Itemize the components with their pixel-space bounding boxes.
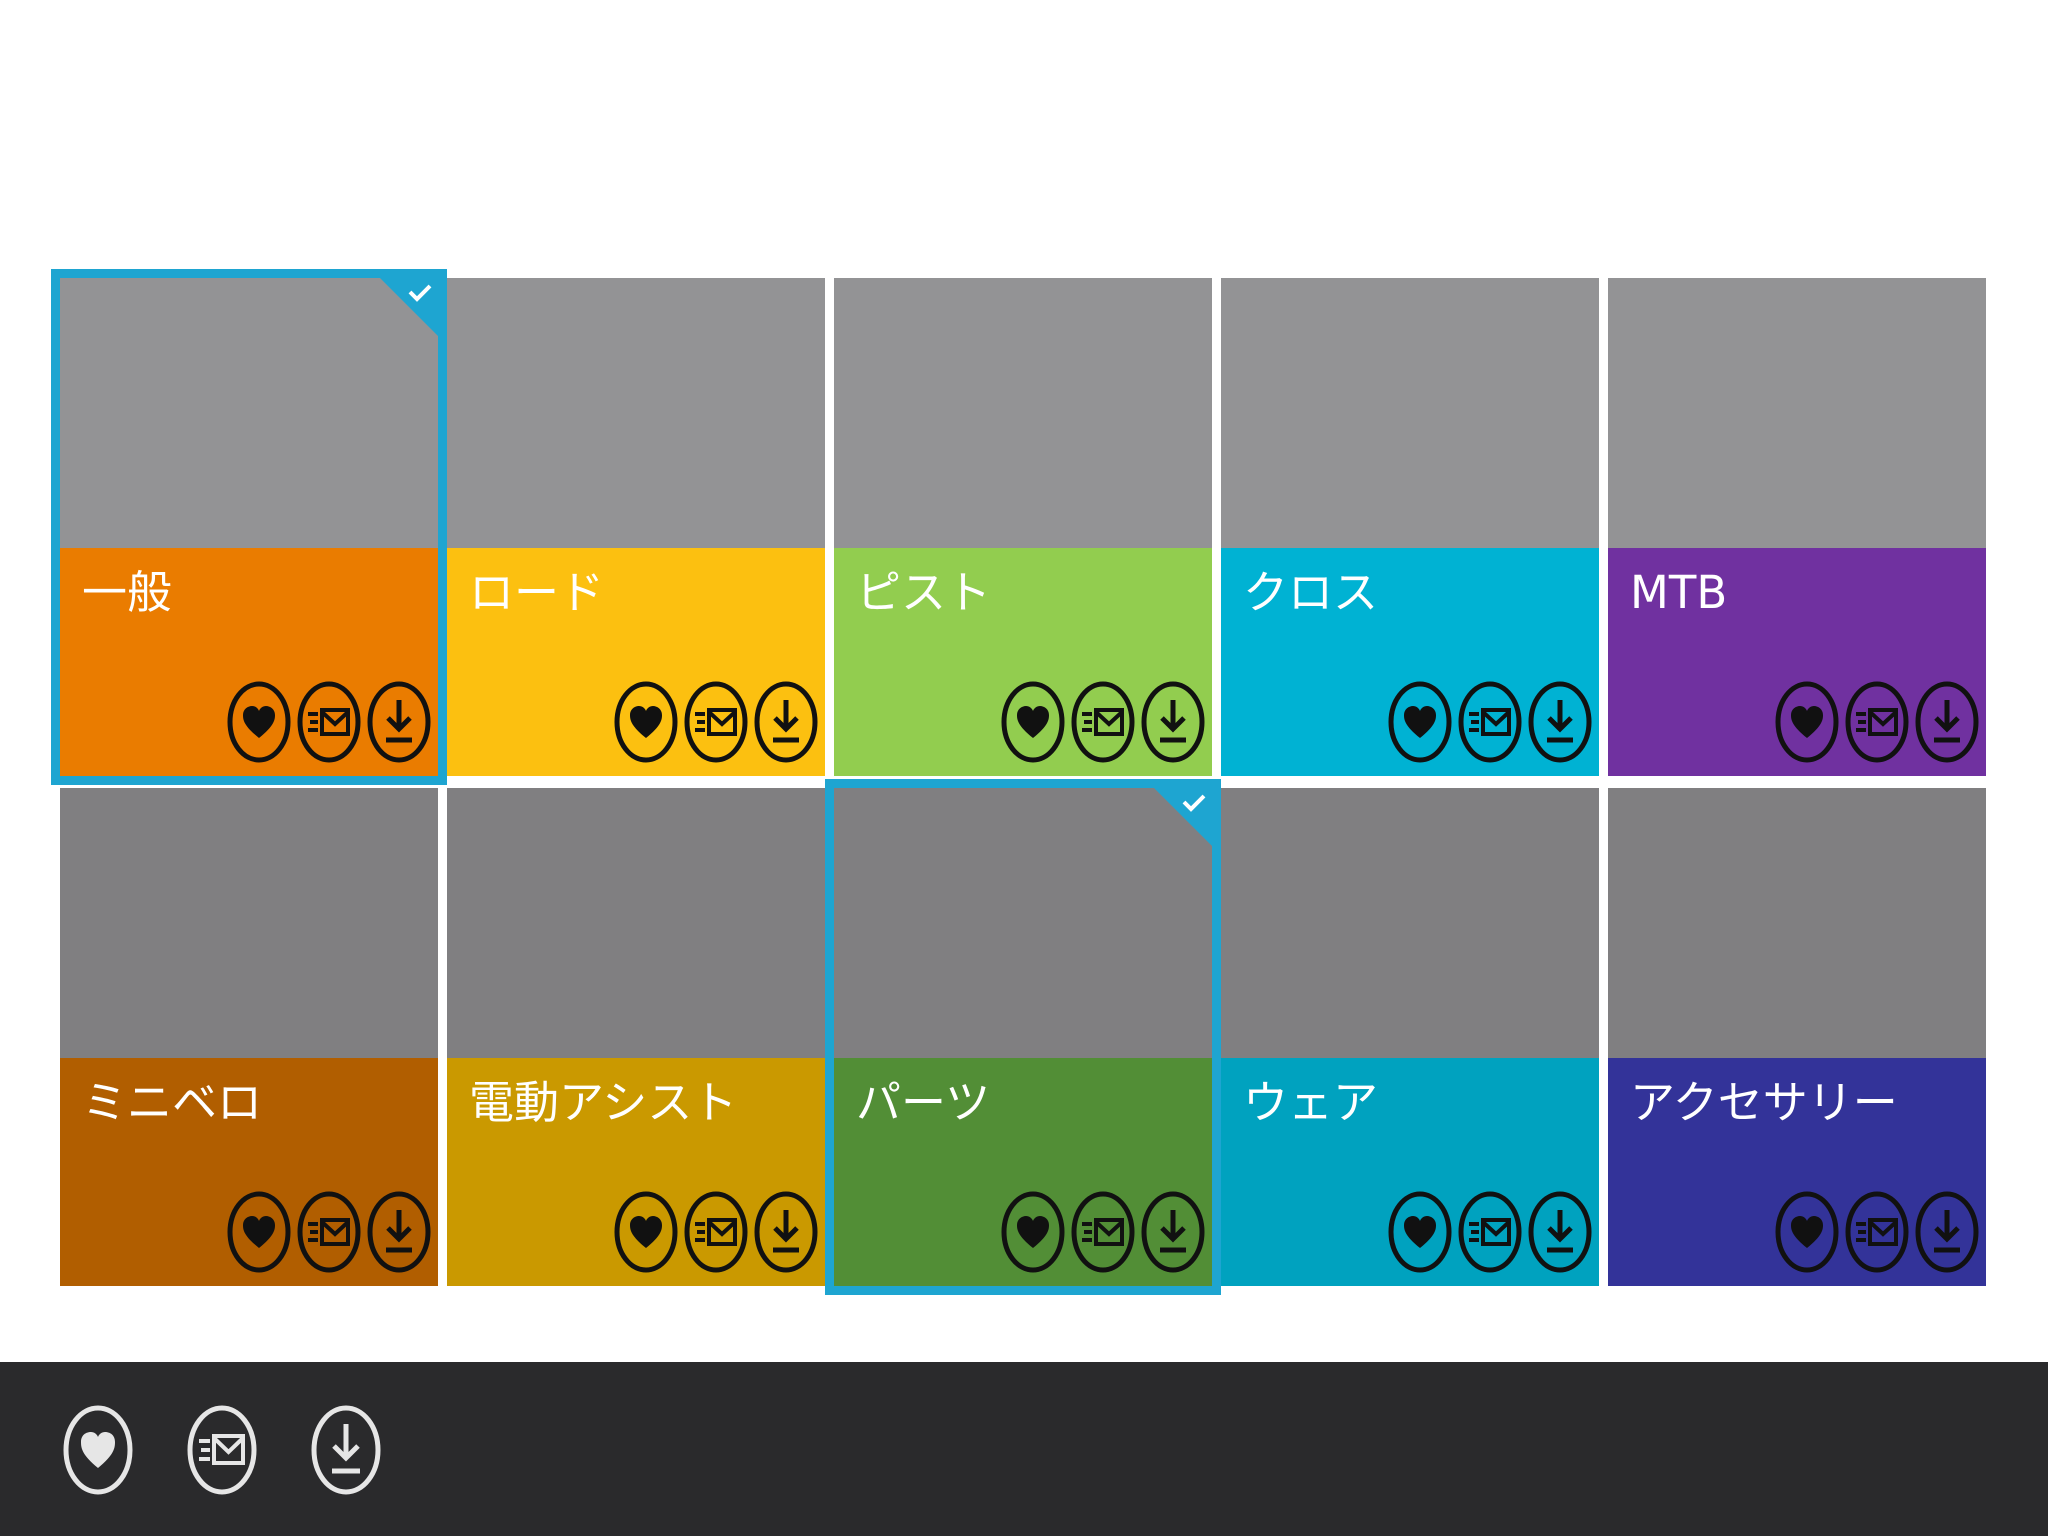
download-icon[interactable] — [1914, 1190, 1980, 1274]
download-button[interactable] — [310, 1402, 382, 1498]
heart-icon[interactable] — [1774, 680, 1840, 764]
tile-image-placeholder — [1608, 788, 1986, 1058]
tile-minivelo[interactable]: ミニベロ — [60, 788, 438, 1286]
heart-icon[interactable] — [226, 680, 292, 764]
tile-image-placeholder — [60, 788, 438, 1058]
tile-action-icons — [226, 1190, 432, 1274]
tile-action-icons — [1774, 1190, 1980, 1274]
mail-list-icon[interactable] — [1457, 1190, 1523, 1274]
tile-ippan[interactable]: 一般 — [51, 269, 447, 785]
mail-list-icon[interactable] — [1844, 680, 1910, 764]
tile-action-icons — [1387, 680, 1593, 764]
tile-road[interactable]: ロード — [447, 278, 825, 776]
mail-list-icon[interactable] — [1070, 1190, 1136, 1274]
download-icon[interactable] — [366, 1190, 432, 1274]
mail-list-icon[interactable] — [296, 680, 362, 764]
tile-action-icons — [1000, 680, 1206, 764]
mail-list-icon[interactable] — [1844, 1190, 1910, 1274]
tile-label: ウェア — [1243, 1076, 1379, 1129]
tile-image-placeholder — [1608, 278, 1986, 548]
mail-list-icon[interactable] — [683, 680, 749, 764]
tile-label: パーツ — [856, 1076, 991, 1129]
tile-parts[interactable]: パーツ — [825, 779, 1221, 1295]
tile-image-placeholder — [1221, 788, 1599, 1058]
heart-icon[interactable] — [226, 1190, 292, 1274]
tile-image-placeholder — [834, 278, 1212, 548]
tile-label: アクセサリー — [1630, 1076, 1898, 1129]
download-icon — [311, 1405, 381, 1495]
app-bar — [0, 1362, 2048, 1536]
heart-icon[interactable] — [1387, 1190, 1453, 1274]
mail-list-button[interactable] — [186, 1402, 258, 1498]
tile-label: ピスト — [856, 566, 992, 619]
mail-list-icon[interactable] — [683, 1190, 749, 1274]
tile-label: MTB — [1630, 566, 1728, 619]
heart-icon[interactable] — [1774, 1190, 1840, 1274]
favorite-button[interactable] — [62, 1402, 134, 1498]
start-screen: 一般 ロード ピスト クロス MTB ミニベロ 電動アシスト パーツ ウェア ア… — [0, 0, 2048, 1536]
tile-cross[interactable]: クロス — [1221, 278, 1599, 776]
download-icon[interactable] — [1914, 680, 1980, 764]
download-icon[interactable] — [1527, 680, 1593, 764]
tile-pist[interactable]: ピスト — [834, 278, 1212, 776]
download-icon[interactable] — [753, 1190, 819, 1274]
tile-action-icons — [613, 680, 819, 764]
selected-check-icon — [1154, 788, 1212, 846]
tile-action-icons — [1387, 1190, 1593, 1274]
heart-icon[interactable] — [1000, 1190, 1066, 1274]
mail-list-icon — [187, 1405, 257, 1495]
tile-mtb[interactable]: MTB — [1608, 278, 1986, 776]
tile-label: 電動アシスト — [469, 1076, 738, 1129]
tile-accessory[interactable]: アクセサリー — [1608, 788, 1986, 1286]
tile-wear[interactable]: ウェア — [1221, 788, 1599, 1286]
heart-icon[interactable] — [613, 1190, 679, 1274]
mail-list-icon[interactable] — [296, 1190, 362, 1274]
heart-icon[interactable] — [1000, 680, 1066, 764]
heart-icon[interactable] — [613, 680, 679, 764]
download-icon[interactable] — [1140, 680, 1206, 764]
tile-action-icons — [226, 680, 432, 764]
tile-action-icons — [1000, 1190, 1206, 1274]
download-icon[interactable] — [753, 680, 819, 764]
category-grid: 一般 ロード ピスト クロス MTB ミニベロ 電動アシスト パーツ ウェア ア… — [51, 269, 1988, 1295]
tile-action-icons — [613, 1190, 819, 1274]
mail-list-icon[interactable] — [1070, 680, 1136, 764]
tile-label: 一般 — [82, 566, 173, 619]
tile-image-placeholder — [1221, 278, 1599, 548]
tile-e-assist[interactable]: 電動アシスト — [447, 788, 825, 1286]
tile-label: ロード — [469, 566, 605, 619]
tile-image-placeholder — [447, 788, 825, 1058]
heart-icon[interactable] — [1387, 680, 1453, 764]
mail-list-icon[interactable] — [1457, 680, 1523, 764]
heart-icon — [63, 1405, 133, 1495]
selected-check-icon — [380, 278, 438, 336]
download-icon[interactable] — [366, 680, 432, 764]
tile-label: ミニベロ — [82, 1076, 263, 1129]
tile-image-placeholder — [447, 278, 825, 548]
download-icon[interactable] — [1527, 1190, 1593, 1274]
tile-action-icons — [1774, 680, 1980, 764]
tile-label: クロス — [1243, 566, 1379, 619]
download-icon[interactable] — [1140, 1190, 1206, 1274]
